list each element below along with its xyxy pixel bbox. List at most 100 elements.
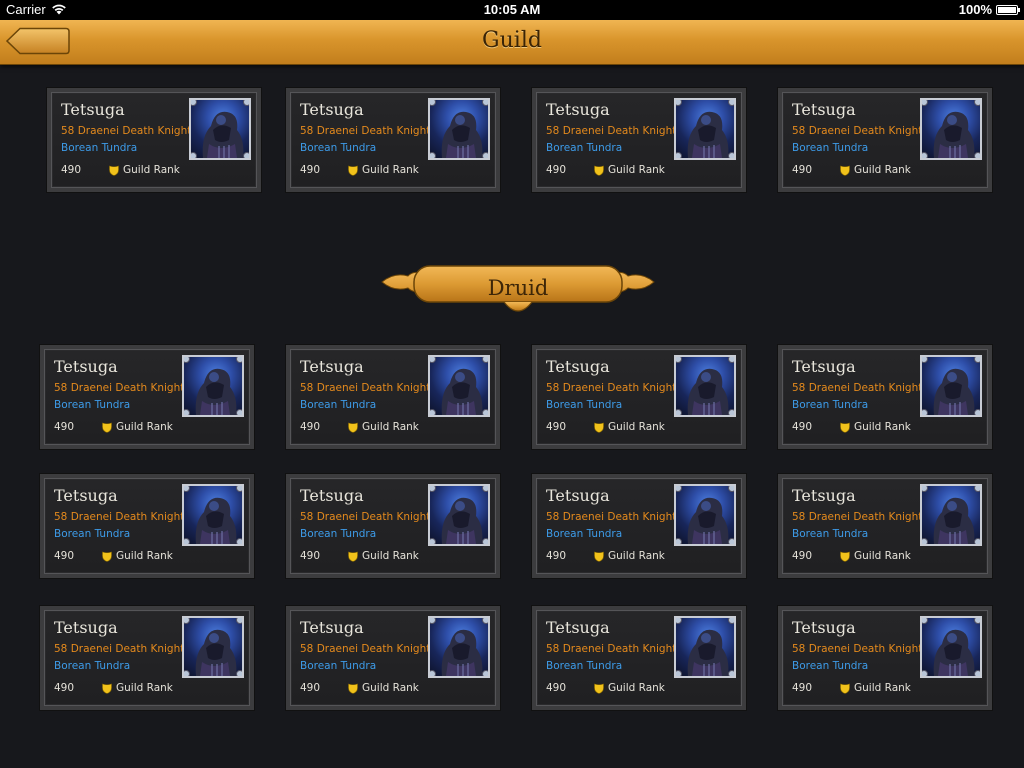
- member-card[interactable]: Tetsuga 58 Draenei Death Knight Borean T…: [778, 474, 992, 578]
- rank-label: Guild Rank: [854, 164, 911, 176]
- shield-icon: [102, 551, 112, 562]
- battery-indicator: 100%: [958, 2, 1020, 17]
- section-header-druid: Druid: [380, 258, 656, 326]
- shield-icon: [109, 165, 119, 176]
- member-card[interactable]: Tetsuga 58 Draenei Death Knight Borean T…: [778, 606, 992, 710]
- card-body: Tetsuga 58 Draenei Death Knight Borean T…: [46, 351, 248, 443]
- status-bar: Carrier 10:05 AM 100%: [0, 0, 1024, 20]
- death-knight-portrait-icon: [441, 629, 483, 676]
- card-body: Tetsuga 58 Draenei Death Knight Borean T…: [538, 612, 740, 704]
- member-card[interactable]: Tetsuga 58 Draenei Death Knight Borean T…: [47, 88, 261, 192]
- member-card[interactable]: Tetsuga 58 Draenei Death Knight Borean T…: [40, 474, 254, 578]
- member-class: 58 Draenei Death Knight: [54, 643, 185, 655]
- character-portrait: [182, 355, 244, 417]
- rank-label: Guild Rank: [854, 421, 911, 433]
- member-level: 490: [61, 164, 82, 176]
- member-card[interactable]: Tetsuga 58 Draenei Death Knight Borean T…: [532, 345, 746, 449]
- member-name: Tetsuga: [300, 357, 364, 376]
- character-portrait: [428, 616, 490, 678]
- member-name: Tetsuga: [546, 100, 610, 119]
- rank-label: Guild Rank: [854, 550, 911, 562]
- page-title: Guild: [482, 28, 542, 53]
- member-rank: Guild Rank: [594, 421, 665, 433]
- section-title: Druid: [487, 276, 549, 300]
- rank-label: Guild Rank: [608, 682, 665, 694]
- member-class: 58 Draenei Death Knight: [792, 511, 923, 523]
- card-body: Tetsuga 58 Draenei Death Knight Borean T…: [292, 94, 494, 186]
- death-knight-portrait-icon: [441, 111, 483, 158]
- member-zone: Borean Tundra: [792, 399, 869, 411]
- member-rank: Guild Rank: [348, 682, 419, 694]
- death-knight-portrait-icon: [933, 368, 975, 415]
- member-class: 58 Draenei Death Knight: [792, 643, 923, 655]
- member-rank: Guild Rank: [840, 550, 911, 562]
- card-body: Tetsuga 58 Draenei Death Knight Borean T…: [784, 351, 986, 443]
- member-card[interactable]: Tetsuga 58 Draenei Death Knight Borean T…: [286, 88, 500, 192]
- member-level: 490: [546, 550, 567, 562]
- member-zone: Borean Tundra: [300, 142, 377, 154]
- rank-label: Guild Rank: [362, 421, 419, 433]
- card-body: Tetsuga 58 Draenei Death Knight Borean T…: [784, 94, 986, 186]
- character-portrait: [189, 98, 251, 160]
- member-rank: Guild Rank: [840, 682, 911, 694]
- member-level: 490: [792, 550, 813, 562]
- rank-label: Guild Rank: [116, 550, 173, 562]
- member-rank: Guild Rank: [840, 421, 911, 433]
- member-rank: Guild Rank: [594, 550, 665, 562]
- shield-icon: [348, 422, 358, 433]
- member-card[interactable]: Tetsuga 58 Draenei Death Knight Borean T…: [532, 474, 746, 578]
- shield-icon: [348, 165, 358, 176]
- card-body: Tetsuga 58 Draenei Death Knight Borean T…: [292, 480, 494, 572]
- death-knight-portrait-icon: [933, 111, 975, 158]
- card-body: Tetsuga 58 Draenei Death Knight Borean T…: [538, 94, 740, 186]
- member-class: 58 Draenei Death Knight: [54, 511, 185, 523]
- member-level: 490: [546, 682, 567, 694]
- member-card[interactable]: Tetsuga 58 Draenei Death Knight Borean T…: [778, 88, 992, 192]
- shield-icon: [348, 551, 358, 562]
- member-card[interactable]: Tetsuga 58 Draenei Death Knight Borean T…: [532, 88, 746, 192]
- death-knight-portrait-icon: [687, 111, 729, 158]
- character-portrait: [428, 355, 490, 417]
- shield-icon: [840, 683, 850, 694]
- battery-percent: 100%: [958, 2, 992, 17]
- navigation-bar: Guild: [0, 20, 1024, 65]
- member-class: 58 Draenei Death Knight: [792, 382, 923, 394]
- death-knight-portrait-icon: [687, 629, 729, 676]
- death-knight-portrait-icon: [687, 368, 729, 415]
- character-portrait: [674, 355, 736, 417]
- member-name: Tetsuga: [300, 618, 364, 637]
- member-level: 490: [546, 421, 567, 433]
- card-body: Tetsuga 58 Draenei Death Knight Borean T…: [292, 612, 494, 704]
- card-body: Tetsuga 58 Draenei Death Knight Borean T…: [538, 351, 740, 443]
- member-class: 58 Draenei Death Knight: [546, 643, 677, 655]
- member-level: 490: [54, 421, 75, 433]
- shield-icon: [348, 683, 358, 694]
- member-level: 490: [54, 550, 75, 562]
- card-body: Tetsuga 58 Draenei Death Knight Borean T…: [292, 351, 494, 443]
- member-zone: Borean Tundra: [546, 528, 623, 540]
- member-zone: Borean Tundra: [54, 660, 131, 672]
- member-name: Tetsuga: [61, 100, 125, 119]
- member-card[interactable]: Tetsuga 58 Draenei Death Knight Borean T…: [286, 345, 500, 449]
- member-zone: Borean Tundra: [54, 399, 131, 411]
- character-portrait: [182, 484, 244, 546]
- member-card[interactable]: Tetsuga 58 Draenei Death Knight Borean T…: [286, 606, 500, 710]
- member-zone: Borean Tundra: [792, 528, 869, 540]
- member-class: 58 Draenei Death Knight: [300, 511, 431, 523]
- member-zone: Borean Tundra: [792, 142, 869, 154]
- member-card[interactable]: Tetsuga 58 Draenei Death Knight Borean T…: [778, 345, 992, 449]
- shield-icon: [840, 165, 850, 176]
- member-class: 58 Draenei Death Knight: [546, 382, 677, 394]
- member-card[interactable]: Tetsuga 58 Draenei Death Knight Borean T…: [286, 474, 500, 578]
- death-knight-portrait-icon: [202, 111, 244, 158]
- member-level: 490: [546, 164, 567, 176]
- member-rank: Guild Rank: [102, 550, 173, 562]
- shield-icon: [102, 683, 112, 694]
- member-card[interactable]: Tetsuga 58 Draenei Death Knight Borean T…: [40, 345, 254, 449]
- rank-label: Guild Rank: [362, 550, 419, 562]
- member-card[interactable]: Tetsuga 58 Draenei Death Knight Borean T…: [40, 606, 254, 710]
- card-body: Tetsuga 58 Draenei Death Knight Borean T…: [538, 480, 740, 572]
- member-level: 490: [300, 682, 321, 694]
- shield-icon: [594, 165, 604, 176]
- member-card[interactable]: Tetsuga 58 Draenei Death Knight Borean T…: [532, 606, 746, 710]
